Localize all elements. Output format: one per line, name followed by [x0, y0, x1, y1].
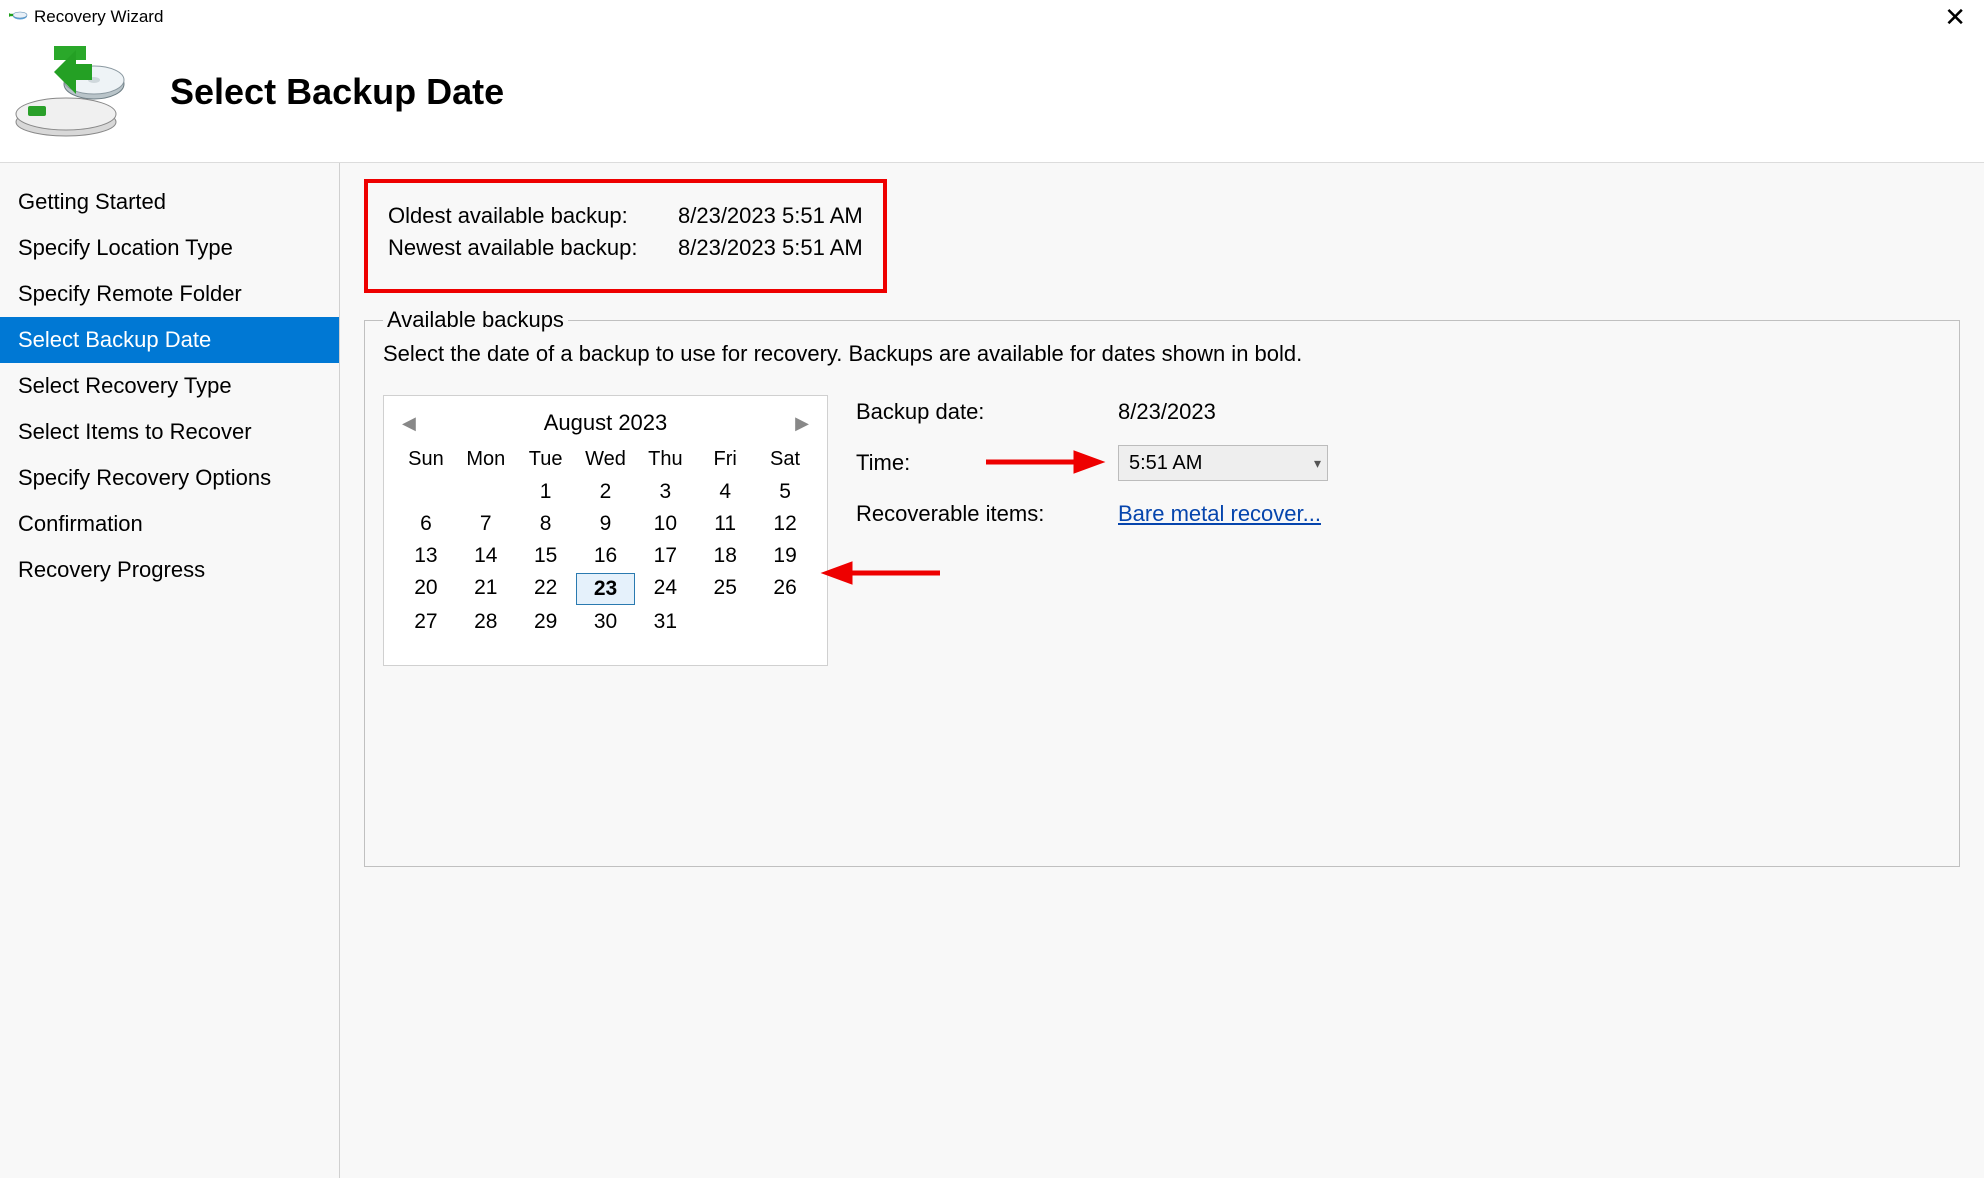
calendar-day[interactable]: 14	[456, 541, 516, 571]
annotation-arrow-icon	[820, 558, 940, 588]
calendar-day[interactable]: 27	[396, 607, 456, 637]
wizard-steps-nav: Getting StartedSpecify Location TypeSpec…	[0, 163, 340, 1178]
close-button[interactable]: ✕	[1934, 2, 1976, 32]
calendar-dow: Sun	[396, 446, 456, 475]
main-panel: Oldest available backup: 8/23/2023 5:51 …	[340, 163, 1984, 1178]
calendar-day[interactable]: 4	[695, 477, 755, 507]
calendar-day[interactable]: 2	[576, 477, 636, 507]
calendar-day[interactable]: 5	[755, 477, 815, 507]
calendar-dow: Tue	[516, 446, 576, 475]
summary-highlight-box: Oldest available backup: 8/23/2023 5:51 …	[364, 179, 887, 293]
calendar-day[interactable]: 26	[755, 573, 815, 605]
recovery-icon	[14, 42, 134, 142]
nav-step[interactable]: Specify Location Type	[0, 225, 339, 271]
window-title: Recovery Wizard	[34, 7, 163, 27]
annotation-arrow-icon	[986, 447, 1106, 477]
calendar-month-label: August 2023	[544, 410, 668, 436]
calendar-day[interactable]: 16	[576, 541, 636, 571]
wizard-header: Select Backup Date	[0, 32, 1984, 163]
calendar-day[interactable]: 15	[516, 541, 576, 571]
calendar-day[interactable]: 29	[516, 607, 576, 637]
calendar-day[interactable]: 19	[755, 541, 815, 571]
recoverable-items-link[interactable]: Bare metal recover...	[1118, 501, 1321, 527]
calendar-control[interactable]: ◀ August 2023 ▶ SunMonTueWedThuFriSat123…	[383, 395, 828, 666]
calendar-day[interactable]: 11	[695, 509, 755, 539]
calendar-day[interactable]: 13	[396, 541, 456, 571]
calendar-dow: Thu	[635, 446, 695, 475]
nav-step[interactable]: Select Backup Date	[0, 317, 339, 363]
calendar-day[interactable]: 18	[695, 541, 755, 571]
recoverable-items-label: Recoverable items:	[856, 501, 1118, 527]
calendar-day[interactable]: 25	[695, 573, 755, 605]
calendar-dow: Mon	[456, 446, 516, 475]
calendar-dow: Fri	[695, 446, 755, 475]
calendar-day[interactable]: 6	[396, 509, 456, 539]
available-backups-group: Available backups Select the date of a b…	[364, 307, 1960, 867]
calendar-dow: Sat	[755, 446, 815, 475]
title-bar: Recovery Wizard ✕	[0, 0, 1984, 32]
nav-step[interactable]: Getting Started	[0, 179, 339, 225]
backup-date-value: 8/23/2023	[1118, 399, 1216, 425]
calendar-day[interactable]: 1	[516, 477, 576, 507]
newest-backup-value: 8/23/2023 5:51 AM	[678, 235, 863, 261]
calendar-day[interactable]: 30	[576, 607, 636, 637]
chevron-down-icon: ▾	[1314, 455, 1321, 472]
nav-step[interactable]: Recovery Progress	[0, 547, 339, 593]
calendar-day[interactable]: 24	[635, 573, 695, 605]
calendar-day[interactable]: 28	[456, 607, 516, 637]
calendar-day[interactable]: 17	[635, 541, 695, 571]
backup-date-label: Backup date:	[856, 399, 1118, 425]
calendar-day[interactable]: 23	[576, 573, 636, 605]
oldest-backup-value: 8/23/2023 5:51 AM	[678, 203, 863, 229]
calendar-day[interactable]: 21	[456, 573, 516, 605]
available-backups-legend: Available backups	[383, 307, 568, 333]
nav-step[interactable]: Select Recovery Type	[0, 363, 339, 409]
calendar-next-button[interactable]: ▶	[795, 413, 809, 434]
calendar-prev-button[interactable]: ◀	[402, 413, 416, 434]
calendar-day[interactable]: 22	[516, 573, 576, 605]
page-title: Select Backup Date	[170, 71, 504, 113]
nav-step[interactable]: Specify Recovery Options	[0, 455, 339, 501]
time-dropdown-value: 5:51 AM	[1129, 452, 1202, 475]
newest-backup-label: Newest available backup:	[388, 235, 678, 261]
nav-step[interactable]: Select Items to Recover	[0, 409, 339, 455]
nav-step[interactable]: Specify Remote Folder	[0, 271, 339, 317]
calendar-day[interactable]: 12	[755, 509, 815, 539]
nav-step[interactable]: Confirmation	[0, 501, 339, 547]
instructions-text: Select the date of a backup to use for r…	[383, 341, 1941, 367]
calendar-day[interactable]: 9	[576, 509, 636, 539]
calendar-dow: Wed	[576, 446, 636, 475]
calendar-day[interactable]: 7	[456, 509, 516, 539]
time-dropdown[interactable]: 5:51 AM ▾	[1118, 445, 1328, 481]
calendar-day[interactable]: 8	[516, 509, 576, 539]
calendar-day[interactable]: 20	[396, 573, 456, 605]
app-icon	[8, 8, 28, 26]
calendar-day[interactable]: 3	[635, 477, 695, 507]
calendar-day[interactable]: 10	[635, 509, 695, 539]
oldest-backup-label: Oldest available backup:	[388, 203, 678, 229]
calendar-day[interactable]: 31	[635, 607, 695, 637]
